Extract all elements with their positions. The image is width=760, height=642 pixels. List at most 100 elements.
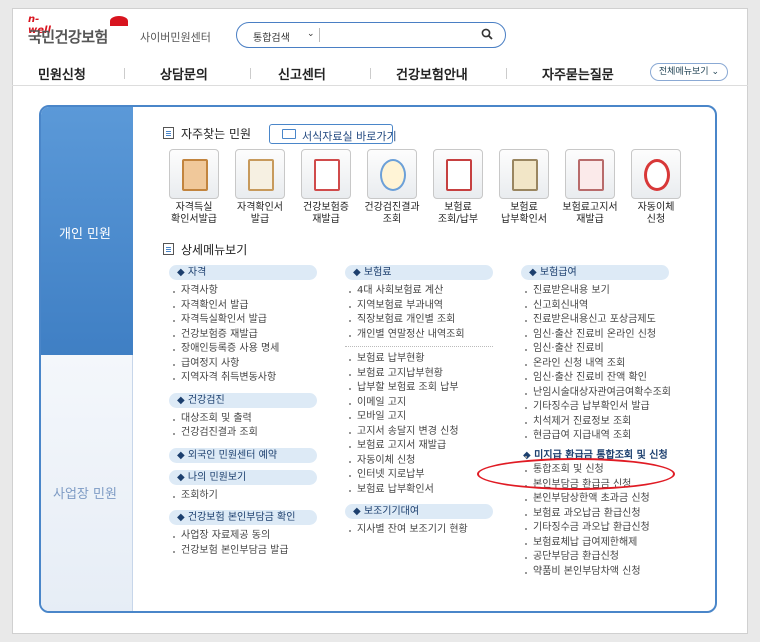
quick-link-label: 조회 xyxy=(382,214,402,225)
menu-link[interactable]: 자동이체 신청 xyxy=(345,454,493,469)
category-benefits[interactable]: ◆ 보험급여 xyxy=(521,265,669,280)
menu-link[interactable]: 공단부담금 환급신청 xyxy=(521,550,671,565)
service-panel: 개인 민원 사업장 민원 자주찾는 민원 서식자료실 바로가기 자격득실 확인서발… xyxy=(39,105,717,613)
all-menu-button[interactable]: 전체메뉴보기 ⌄ xyxy=(649,63,728,81)
menu-link[interactable]: 장애인등록증 사용 명세 xyxy=(169,342,317,357)
menu-link[interactable]: 급여정지 사항 xyxy=(169,357,317,372)
menu-link[interactable]: 임신·출산 진료비 xyxy=(521,342,671,357)
menu-link[interactable]: 보험료체납 급여제한해제 xyxy=(521,536,671,551)
menu-link[interactable]: 난임시술대상자관여금여확수조회 xyxy=(521,386,671,401)
menu-link[interactable]: 본인부담상한액 초과금 신청 xyxy=(521,492,671,507)
search-divider xyxy=(319,28,320,42)
menu-link[interactable]: 조회하기 xyxy=(169,489,317,504)
bill-icon xyxy=(578,159,604,191)
nav-separator xyxy=(506,68,507,79)
nav-insurance-guide[interactable]: 건강보험안내 xyxy=(396,64,468,83)
menu-link[interactable]: 지역자격 취득변동사항 xyxy=(169,371,317,386)
menu-link[interactable]: 대상조회 및 출력 xyxy=(169,412,317,427)
nav-apply[interactable]: 민원신청 xyxy=(38,64,86,83)
sidebar-tab-business[interactable]: 사업장 민원 xyxy=(41,355,133,611)
menu-link[interactable]: 진료받은내용신고 포상금제도 xyxy=(521,313,671,328)
search-icon[interactable] xyxy=(481,28,493,40)
quick-link-qualification-history[interactable]: 자격득실 확인서발급 xyxy=(163,149,225,226)
menu-link[interactable]: 지사별 잔여 보조기기 현황 xyxy=(345,523,493,538)
quick-link-auto-transfer[interactable]: 자동이체 신청 xyxy=(625,149,687,226)
menu-link[interactable]: 건강검진결과 조회 xyxy=(169,426,317,441)
category-health-checkup[interactable]: ◆ 건강검진 xyxy=(169,392,317,408)
sidebar: 개인 민원 사업장 민원 xyxy=(41,107,133,611)
menu-link[interactable]: 이메일 고지 xyxy=(345,396,493,411)
menu-link[interactable]: 보험료 납부현황 xyxy=(345,352,493,367)
menu-link[interactable]: 고지서 송달지 변경 신청 xyxy=(345,425,493,440)
search-scope-select[interactable]: 통합검색 xyxy=(253,29,290,44)
search-input[interactable] xyxy=(327,27,477,43)
menu-link[interactable]: 건강보험증 재발급 xyxy=(169,328,317,343)
logo-sub: 사이버민원센터 xyxy=(140,31,211,44)
quick-link-qualification-certificate[interactable]: 자격확인서 발급 xyxy=(229,149,291,226)
detail-column-1: ◆ 자격 자격사항 자격확인서 발급 자격득실확인서 발급 건강보험증 재발급 … xyxy=(169,265,317,558)
menu-link[interactable]: 개인별 연말정산 내역조회 xyxy=(345,328,493,343)
nav-faq[interactable]: 자주묻는질문 xyxy=(542,64,614,83)
menu-link[interactable]: 4대 사회보험료 계산 xyxy=(345,284,493,299)
menu-link[interactable]: 치석제거 진료정보 조회 xyxy=(521,415,671,430)
quick-link-bill-reissue[interactable]: 보험료고지서 재발급 xyxy=(559,149,621,226)
quick-link-label: 자격확인서 xyxy=(237,202,283,213)
menu-link[interactable]: 건강보험 본인부담금 발급 xyxy=(169,544,317,559)
menu-link[interactable]: 진료받은내용 보기 xyxy=(521,284,671,299)
quick-link-label: 자격득실 xyxy=(175,202,213,213)
list-divider xyxy=(345,346,493,347)
sidebar-tab-business-label: 사업장 민원 xyxy=(53,487,117,502)
menu-link[interactable]: 지역보험료 부과내역 xyxy=(345,299,493,314)
category-my-requests[interactable]: ◆ 나의 민원보기 xyxy=(169,469,317,485)
menu-link[interactable]: 자격사항 xyxy=(169,284,317,299)
menu-link[interactable]: 보험료 고지서 재발급 xyxy=(345,439,493,454)
receipt-icon xyxy=(512,159,538,191)
category-foreigner-reservation[interactable]: ◆ 외국인 민원센터 예약 xyxy=(169,447,317,463)
menu-link[interactable]: 자격확인서 발급 xyxy=(169,299,317,314)
sidebar-tab-personal[interactable]: 개인 민원 xyxy=(41,107,133,355)
category-copay-check[interactable]: ◆ 건강보험 본인부담금 확인 xyxy=(169,510,317,525)
quick-link-label: 건강검진결과 xyxy=(364,202,420,213)
chart-icon xyxy=(380,159,406,191)
menu-link[interactable]: 기타징수금 과오납 환급신청 xyxy=(521,521,671,536)
menu-link[interactable]: 약품비 본인부담차액 신청 xyxy=(521,565,671,580)
forms-library-button[interactable]: 서식자료실 바로가기 xyxy=(269,124,397,144)
menu-link[interactable]: 납부할 보험료 조회 납부 xyxy=(345,381,493,396)
menu-link[interactable]: 인터넷 지로납부 xyxy=(345,468,493,483)
document-list-icon xyxy=(163,243,174,255)
menu-link[interactable]: 신고회신내역 xyxy=(521,299,671,314)
quick-link-premium-payment[interactable]: 보험료 조회/납부 xyxy=(427,149,489,226)
category-qualification[interactable]: ◆ 자격 xyxy=(169,265,317,280)
sidebar-tab-personal-label: 개인 민원 xyxy=(59,227,111,242)
quick-link-label: 보험료고지서 xyxy=(562,202,618,213)
menu-link[interactable]: 보험료 고지납부현황 xyxy=(345,367,493,382)
chevron-down-icon[interactable]: ⌄ xyxy=(307,29,315,39)
menu-link[interactable]: 온라인 신청 내역 조회 xyxy=(521,357,671,372)
quick-link-label: 자동이체 xyxy=(637,202,675,213)
quick-link-checkup-result[interactable]: 건강검진결과 조회 xyxy=(361,149,423,226)
menu-link[interactable]: 보험료 납부확인서 xyxy=(345,483,493,498)
menu-link[interactable]: 직장보험료 개인별 조회 xyxy=(345,313,493,328)
logo-brand: 국민건강보험 xyxy=(28,28,108,46)
nav-separator xyxy=(124,68,125,79)
quick-link-insurance-card[interactable]: 건강보험증 재발급 xyxy=(295,149,357,226)
category-premium[interactable]: ◆ 보험료 xyxy=(345,265,493,280)
menu-link[interactable]: 모바일 고지 xyxy=(345,410,493,425)
menu-link[interactable]: 사업장 자료제공 동의 xyxy=(169,529,317,544)
favorites-title: 자주찾는 민원 xyxy=(181,127,252,141)
menu-link[interactable]: 보험료 과오납금 환급신청 xyxy=(521,507,671,522)
quick-link-label: 재발급 xyxy=(576,214,604,225)
category-assistive-device[interactable]: ◆ 보조기기대여 xyxy=(345,504,493,519)
logo-swoosh-icon xyxy=(110,16,128,26)
menu-link[interactable]: 임신·출산 진료비 온라인 신청 xyxy=(521,328,671,343)
menu-link[interactable]: 기타징수금 납부확인서 발급 xyxy=(521,400,671,415)
menu-link[interactable]: 현금급여 지급내역 조회 xyxy=(521,429,671,444)
nav-report[interactable]: 신고센터 xyxy=(278,64,326,83)
quick-link-label: 신청 xyxy=(646,214,666,225)
menu-link[interactable]: 임신·출산 진료비 잔액 확인 xyxy=(521,371,671,386)
document-list-icon xyxy=(163,127,174,139)
nav-consult[interactable]: 상담문의 xyxy=(160,64,208,83)
panel-content: 자주찾는 민원 서식자료실 바로가기 자격득실 확인서발급 자격확인서 발급 건강보… xyxy=(133,107,715,611)
menu-link[interactable]: 자격득실확인서 발급 xyxy=(169,313,317,328)
quick-link-payment-confirmation[interactable]: 보험료 납부확인서 xyxy=(493,149,555,226)
